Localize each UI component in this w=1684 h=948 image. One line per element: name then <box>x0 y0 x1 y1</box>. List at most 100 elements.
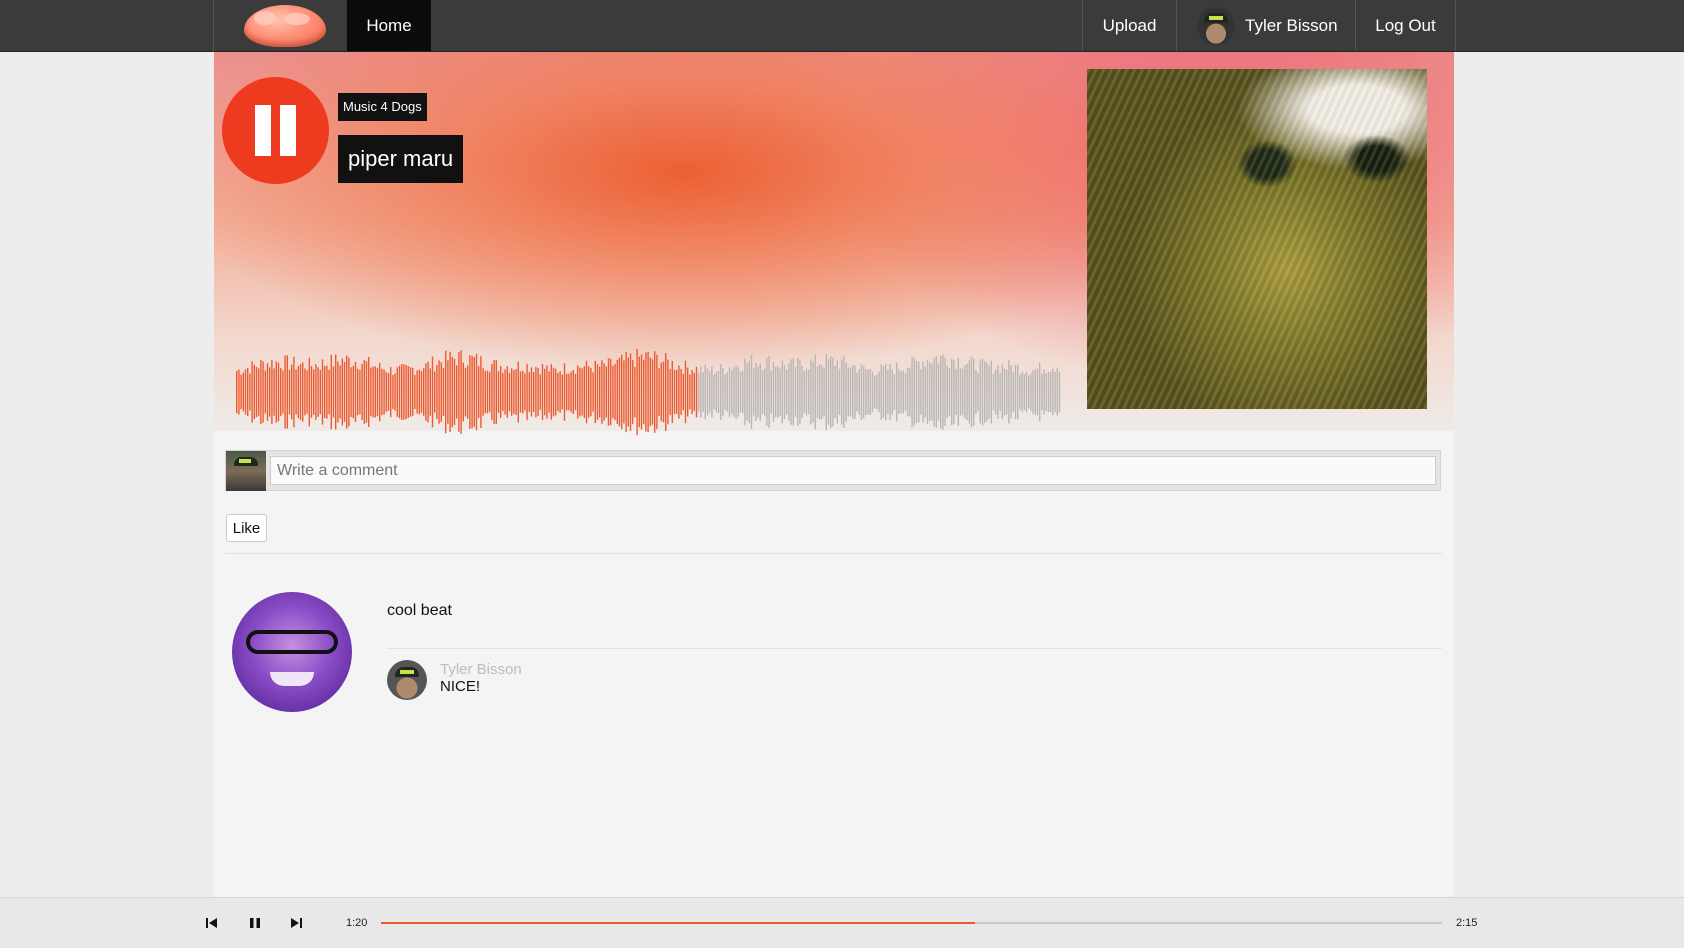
nav-logout-link[interactable]: Log Out <box>1355 0 1455 51</box>
nav-upload-link[interactable]: Upload <box>1082 0 1176 51</box>
waveform-bar <box>724 374 726 410</box>
waveform-bar <box>852 365 854 419</box>
pause-icon[interactable] <box>247 915 263 931</box>
waveform-bar <box>346 355 348 429</box>
waveform-bar <box>304 368 306 416</box>
section-divider <box>225 553 1442 554</box>
waveform-bar <box>717 370 720 414</box>
waveform-bar <box>291 364 293 420</box>
waveform-bar <box>636 348 638 436</box>
user-name-label: Tyler Bisson <box>1245 15 1338 35</box>
site-logo[interactable] <box>214 0 347 51</box>
waveform-bar <box>843 355 845 429</box>
waveform-bar <box>324 365 326 418</box>
play-pause-button[interactable] <box>222 77 329 184</box>
waveform-bar <box>995 369 997 415</box>
waveform-bar <box>482 368 484 416</box>
waveform-bar <box>438 360 440 424</box>
waveform-bar <box>260 359 262 424</box>
waveform-bar <box>854 365 856 419</box>
waveform-bar <box>308 357 310 427</box>
reply-author-name[interactable]: Tyler Bisson <box>440 661 522 678</box>
waveform-bar <box>546 365 548 419</box>
comment-text: cool beat <box>387 602 452 619</box>
waveform-bar <box>275 361 277 423</box>
waveform-bar <box>486 370 489 414</box>
waveform-bar <box>616 359 618 425</box>
waveform-bar <box>420 371 423 413</box>
waveform-bar <box>951 358 953 426</box>
waveform-bar <box>788 363 790 421</box>
waveform[interactable] <box>236 342 1063 442</box>
waveform-bar <box>731 370 733 414</box>
waveform-bar <box>981 358 984 426</box>
waveform-bar <box>535 366 537 418</box>
waveform-bar <box>924 366 926 418</box>
waveform-bar <box>623 360 625 424</box>
waveform-bar <box>733 367 735 417</box>
waveform-bar <box>299 364 302 420</box>
nav-user-profile[interactable]: Tyler Bisson <box>1176 0 1355 51</box>
skip-forward-icon[interactable] <box>288 915 304 931</box>
waveform-bar <box>236 370 238 414</box>
waveform-bar <box>746 363 748 421</box>
comment-author-avatar[interactable] <box>232 592 352 712</box>
reply-author-avatar[interactable] <box>387 660 427 700</box>
waveform-bar <box>863 365 865 419</box>
waveform-bar <box>682 373 684 411</box>
waveform-bar <box>753 368 755 416</box>
waveform-bar <box>955 368 957 415</box>
waveform-bar <box>238 369 240 415</box>
waveform-bar <box>973 358 975 426</box>
waveform-bar <box>262 361 264 423</box>
waveform-bar <box>473 357 475 427</box>
waveform-bar <box>629 353 632 431</box>
waveform-bar <box>434 371 436 413</box>
waveform-bar <box>1008 360 1010 424</box>
waveform-bar <box>288 369 291 415</box>
waveform-bar <box>935 356 937 428</box>
waveform-bar <box>904 372 907 411</box>
waveform-bar <box>370 367 372 417</box>
waveform-bar <box>1056 368 1058 416</box>
waveform-bar <box>568 373 570 411</box>
waveform-bar <box>293 356 295 428</box>
waveform-bar <box>665 353 667 431</box>
waveform-bar <box>915 361 918 423</box>
waveform-bar <box>513 370 515 414</box>
progress-bar[interactable] <box>381 922 1442 924</box>
waveform-bar <box>638 356 640 428</box>
waveform-bar <box>704 364 706 420</box>
waveform-bar <box>889 364 891 421</box>
waveform-bar <box>458 352 460 432</box>
track-artist[interactable]: Music 4 Dogs <box>338 93 427 121</box>
waveform-bar <box>557 372 559 412</box>
waveform-bar <box>803 371 805 413</box>
waveform-bar <box>500 366 502 418</box>
waveform-bar <box>860 363 863 421</box>
waveform-bar <box>878 371 880 413</box>
waveform-bar <box>999 373 1001 411</box>
waveform-bar <box>640 354 643 430</box>
waveform-bar <box>519 371 522 413</box>
like-button[interactable]: Like <box>226 514 267 542</box>
waveform-bar <box>464 367 467 417</box>
waveform-bar <box>541 364 544 420</box>
nav-home-link[interactable]: Home <box>347 0 431 51</box>
waveform-bar <box>827 359 830 425</box>
waveform-bar <box>359 369 361 415</box>
waveform-bar <box>775 367 777 417</box>
waveform-bar <box>266 363 269 421</box>
waveform-bar <box>475 353 478 431</box>
waveform-bar <box>451 356 453 428</box>
comment-input[interactable] <box>270 456 1436 485</box>
waveform-bar <box>997 365 999 419</box>
waveform-bar <box>390 366 392 418</box>
waveform-bar <box>319 369 321 415</box>
waveform-bar <box>695 366 698 418</box>
waveform-bar <box>885 363 887 421</box>
waveform-bar <box>255 366 258 417</box>
waveform-bar <box>497 371 500 413</box>
skip-back-icon[interactable] <box>204 915 220 931</box>
